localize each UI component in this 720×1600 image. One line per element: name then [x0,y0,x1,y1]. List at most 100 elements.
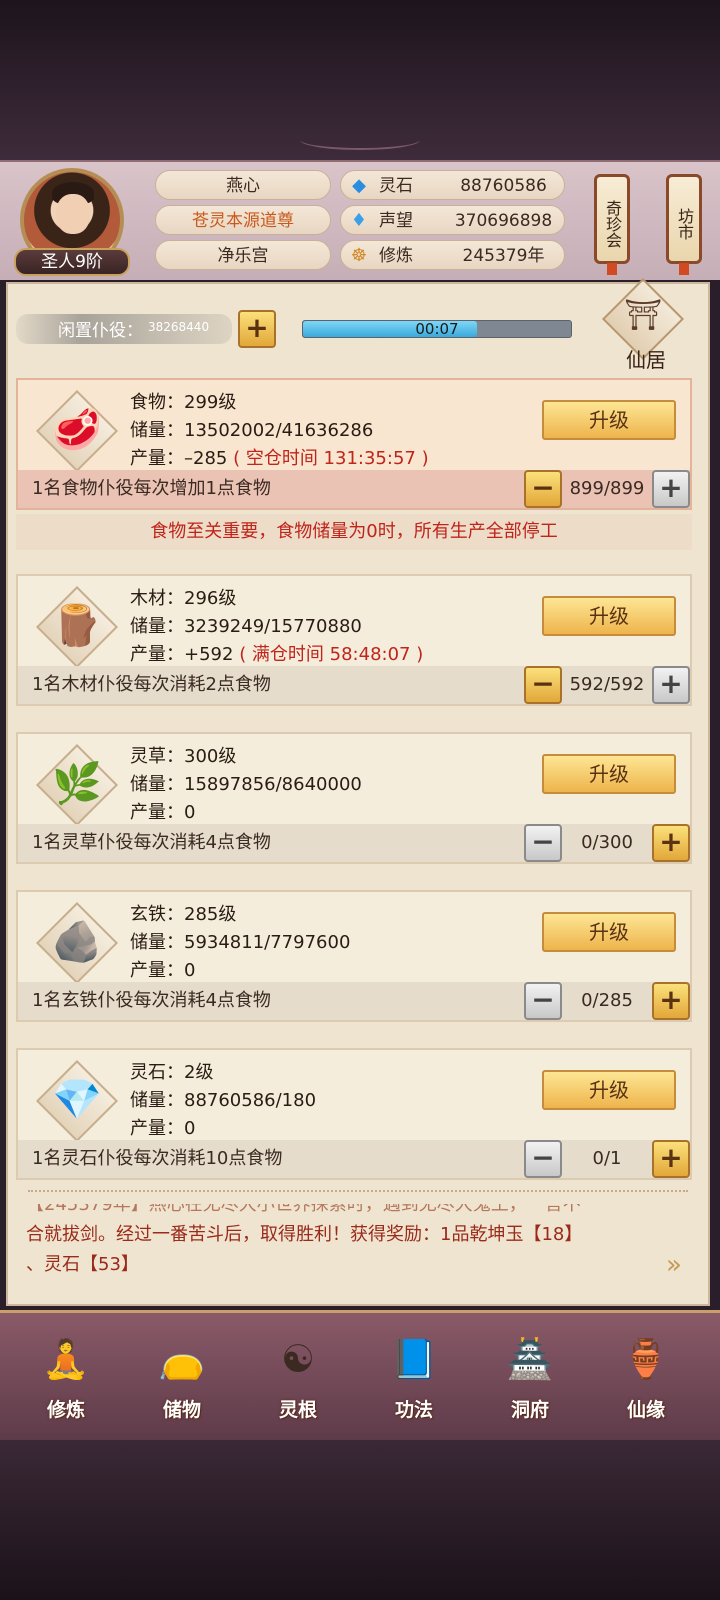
resource-servant-row: 1名玄铁仆役每次消耗4点食物 − 0/285 + [18,982,690,1020]
pouch-icon: 👝 [158,1337,206,1381]
pavilion-icon: ⛩ [623,298,663,333]
xianju-button[interactable]: ⛩ 仙居 [598,277,688,374]
decrease-button[interactable]: − [524,470,562,508]
resource-servant-row: 1名灵石仆役每次消耗10点食物 − 0/1 + [18,1140,690,1178]
player-header: 圣人9阶 燕心 苍灵本源道尊 净乐宫 ◆ 灵石 88760586 ♦ 声望 37… [0,160,720,280]
log-expand-icon[interactable]: » [666,1250,682,1280]
resource-card-spirit-stone: 💎 灵石：2级 储量：88760586/180 产量：0 升级 1名灵石仆役每次… [16,1048,692,1180]
book-icon: 📘 [390,1337,438,1381]
nav-storage[interactable]: 👝 储物 [134,1321,230,1433]
resource-name: 木材：296级 [130,588,237,609]
upgrade-button[interactable]: 升级 [542,912,676,952]
resource-name: 食物：299级 [130,392,237,413]
stat-value: 88760586 [460,176,547,196]
upgrade-button[interactable]: 升级 [542,596,676,636]
servant-desc: 1名玄铁仆役每次消耗4点食物 [32,990,271,1011]
gourd-icon: 🏺 [622,1337,670,1381]
stat-value: 370696898 [454,211,553,231]
nav-label: 储物 [162,1399,201,1421]
servant-desc: 1名木材仆役每次消耗2点食物 [32,674,271,695]
resource-output: 产量：0 [130,802,196,823]
nav-cave[interactable]: 🏯 洞府 [482,1321,578,1433]
servant-count: 899/899 [569,478,645,499]
meat-icon: 🥩 [34,388,120,474]
servant-desc: 1名食物仆役每次增加1点食物 [32,478,271,499]
stat-label: 修炼 [379,246,413,266]
nav-cultivate[interactable]: 🧘 修炼 [18,1321,114,1433]
resource-name: 玄铁：285级 [130,904,237,925]
increase-button[interactable]: + [652,1140,690,1178]
wood-icon: 🪵 [34,584,120,670]
resource-output: 产量：–285 ( 空仓时间 131:35:57 ) [130,448,429,469]
herb-icon: 🌿 [34,742,120,828]
nav-spirit-root[interactable]: ☯ 灵根 [250,1321,346,1433]
timer-text: 00:07 [415,320,459,338]
log-line: 【245379年】燕心在无尽大小世界探索时，遇到无尽大鬼王，一言不 [26,1204,581,1215]
crystal-icon: 💎 [34,1058,120,1144]
resource-servant-row: 1名食物仆役每次增加1点食物 − 899/899 + [18,470,690,508]
stat-cultivation: ☸ 修炼 245379年 [340,240,565,270]
resource-name: 灵草：300级 [130,746,237,767]
stat-fame: ♦ 声望 370696898 [340,205,565,235]
stat-label: 灵石 [379,176,413,196]
cave-gate-icon: 🏯 [506,1337,554,1381]
nav-label: 仙缘 [626,1399,665,1421]
nav-techniques[interactable]: 📘 功法 [366,1321,462,1433]
spirit-stone-icon: ◆ [352,175,366,196]
resource-output: 产量：+592 ( 满仓时间 58:48:07 ) [130,644,424,665]
resource-servant-row: 1名木材仆役每次消耗2点食物 − 592/592 + [18,666,690,704]
upgrade-button[interactable]: 升级 [542,400,676,440]
event-log[interactable]: 【245379年】燕心在无尽大小世界探索时，遇到无尽大鬼王，一言不 合就拔剑。经… [16,1204,692,1294]
bottom-backdrop [0,1440,720,1600]
log-divider [28,1190,688,1194]
xianju-label: 仙居 [626,348,666,372]
market-banner[interactable]: 坊市 [666,174,702,275]
add-servant-button[interactable]: + [238,310,276,348]
servant-count: 0/300 [581,832,633,853]
timer-bar: 00:07 [302,320,572,338]
decrease-button[interactable]: − [524,1140,562,1178]
increase-button[interactable]: + [652,982,690,1020]
resource-servant-row: 1名灵草仆役每次消耗4点食物 − 0/300 + [18,824,690,862]
increase-button[interactable]: + [652,470,690,508]
ore-icon: 🪨 [34,900,120,986]
log-line: 合就拔剑。经过一番苦斗后，取得胜利！获得奖励：1品乾坤玉【18】 [26,1224,583,1245]
log-line: 、灵石【53】 [26,1254,139,1275]
treasure-fair-banner[interactable]: 奇珍会 [594,174,630,275]
resource-storage: 储量：88760586/180 [130,1090,317,1111]
resource-storage: 储量：3239249/15770880 [130,616,362,637]
stat-spirit-stone: ◆ 灵石 88760586 [340,170,565,200]
cultivation-icon: ☸ [350,245,368,266]
resource-storage: 储量：15897856/8640000 [130,774,362,795]
upgrade-button[interactable]: 升级 [542,754,676,794]
decrease-button[interactable]: − [524,824,562,862]
decrease-button[interactable]: − [524,982,562,1020]
nav-label: 修炼 [46,1399,85,1421]
resource-output: 产量：0 [130,960,196,981]
increase-button[interactable]: + [652,666,690,704]
rank-badge: 圣人9阶 [14,248,130,276]
resource-output: 产量：0 [130,1118,196,1139]
servant-panel: 闲置仆役： 38268440 + 00:07 ⛩ 仙居 🥩 食物：299级 储量… [6,277,710,1306]
upgrade-button[interactable]: 升级 [542,1070,676,1110]
nav-label: 功法 [394,1399,433,1421]
resource-card-wood: 🪵 木材：296级 储量：3239249/15770880 产量：+592 ( … [16,574,692,706]
resource-timer-note: ( 满仓时间 58:48:07 ) [239,644,424,665]
servant-desc: 1名灵石仆役每次消耗10点食物 [32,1148,283,1169]
stat-label: 声望 [379,211,413,231]
servant-desc: 1名灵草仆役每次消耗4点食物 [32,832,271,853]
player-sect: 净乐宫 [155,240,331,270]
food-warning-note: 食物至关重要，食物储量为0时，所有生产全部停工 [16,514,692,550]
resource-card-herb: 🌿 灵草：300级 储量：15897856/8640000 产量：0 升级 1名… [16,732,692,864]
top-backdrop [0,0,720,160]
avatar-face [56,194,90,234]
servant-count: 0/285 [581,990,633,1011]
increase-button[interactable]: + [652,824,690,862]
resource-card-iron: 🪨 玄铁：285级 储量：5934811/7797600 产量：0 升级 1名玄… [16,890,692,1022]
idle-count: 38268440 [148,320,210,334]
top-ornament [300,130,420,150]
nav-fate[interactable]: 🏺 仙缘 [598,1321,694,1433]
stat-value: 245379年 [462,246,545,266]
meditation-icon: 🧘 [42,1337,90,1381]
decrease-button[interactable]: − [524,666,562,704]
